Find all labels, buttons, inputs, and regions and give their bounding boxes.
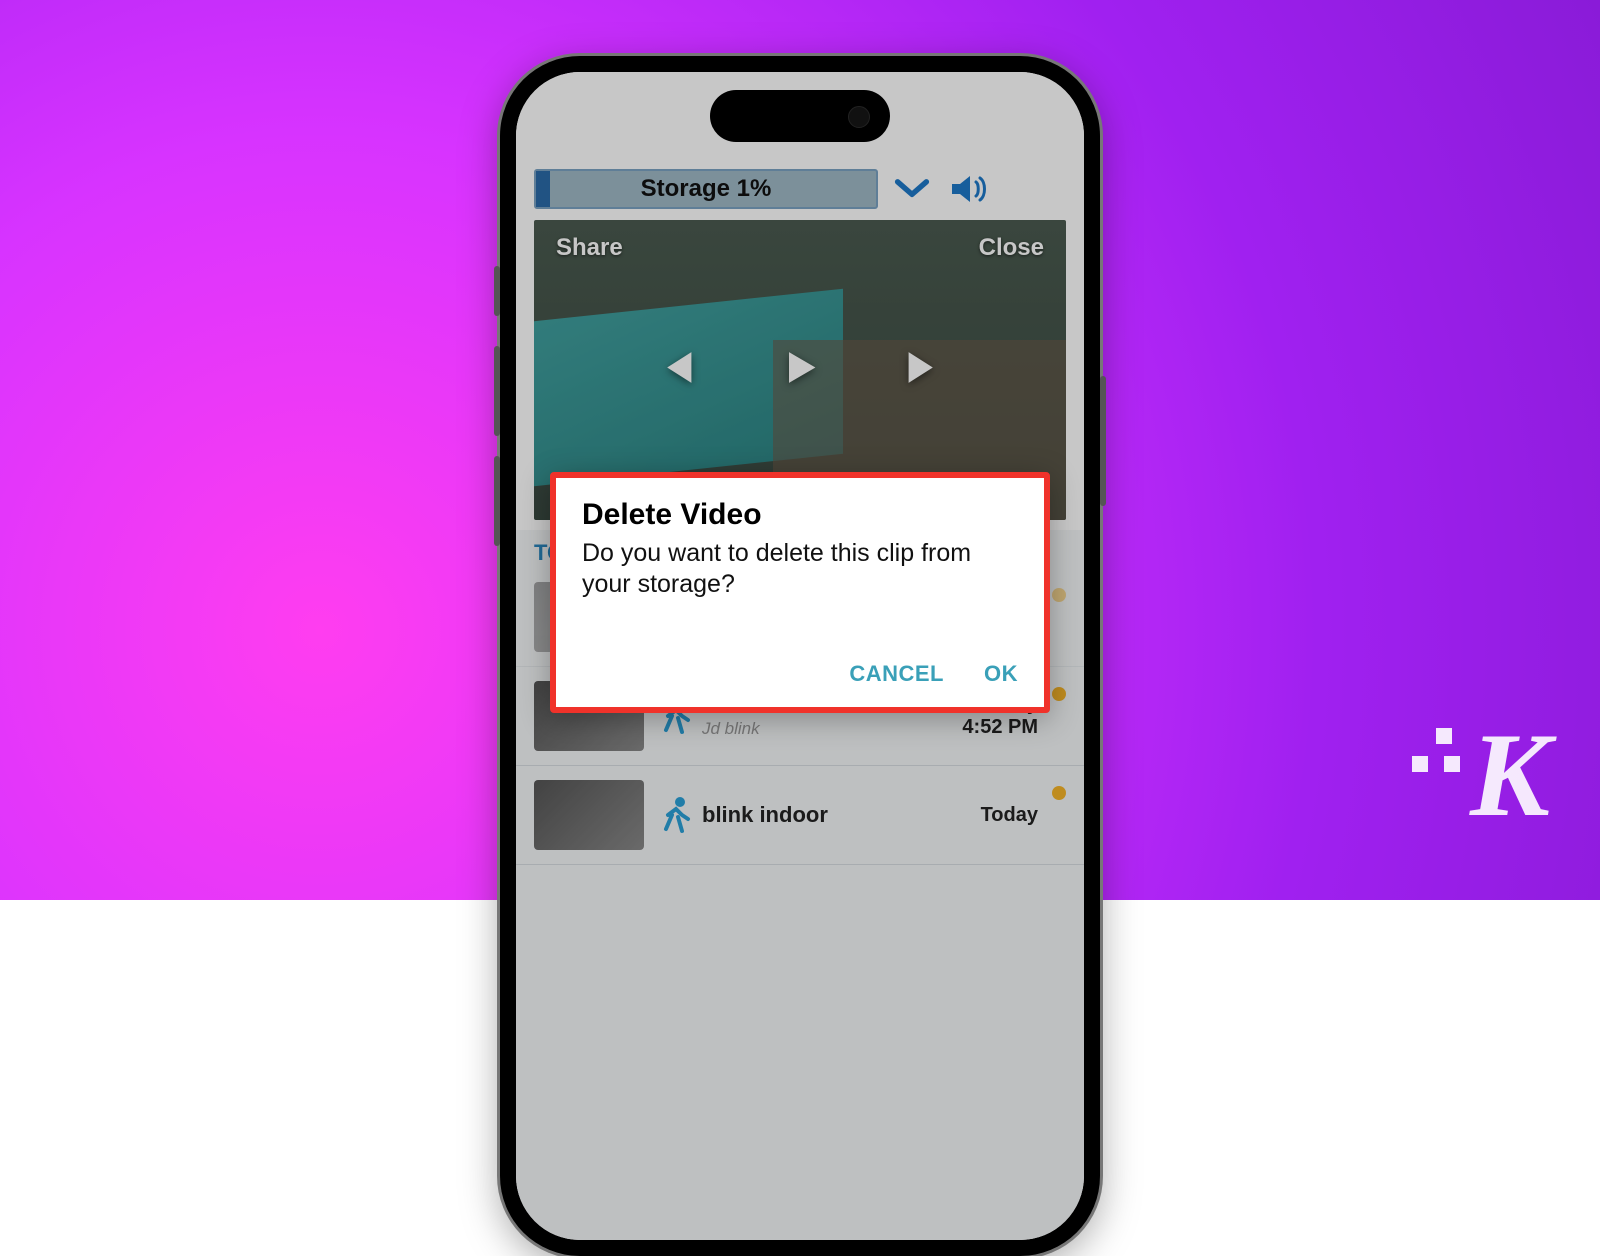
- storage-indicator[interactable]: Storage 1%: [534, 169, 878, 209]
- watermark-logo: K: [1406, 706, 1550, 844]
- phone-side-button: [494, 266, 500, 316]
- dynamic-island: [710, 90, 890, 142]
- status-dot: [1052, 786, 1066, 800]
- share-button[interactable]: Share: [556, 234, 623, 262]
- clip-hour: 4:52 PM: [962, 716, 1038, 739]
- watermark-dots-icon: [1406, 720, 1476, 830]
- dialog-actions: CANCEL OK: [582, 661, 1018, 687]
- phone-frame: Storage 1% Share Close: [500, 56, 1100, 1256]
- clip-title: blink indoor: [702, 802, 981, 828]
- phone-screen: Storage 1% Share Close: [516, 72, 1084, 1240]
- list-item[interactable]: blink indoor Today: [516, 766, 1084, 865]
- dialog-body: Do you want to delete this clip from you…: [582, 538, 1018, 601]
- phone-side-button: [494, 346, 500, 436]
- clip-day: Today: [981, 804, 1038, 827]
- chevron-down-icon[interactable]: [892, 169, 932, 209]
- clip-thumbnail: [534, 780, 644, 850]
- top-bar: Storage 1%: [516, 164, 1084, 214]
- status-dot: [1052, 588, 1066, 602]
- clip-info: blink indoor: [702, 802, 981, 828]
- close-button[interactable]: Close: [979, 234, 1044, 262]
- playback-controls: [654, 346, 946, 395]
- motion-icon: [658, 795, 692, 835]
- storage-fill: [536, 171, 550, 207]
- phone-side-button: [494, 456, 500, 546]
- watermark-letter: K: [1470, 706, 1550, 844]
- status-dot: [1052, 687, 1066, 701]
- play-icon[interactable]: [778, 346, 822, 395]
- clip-subtitle: Jd blink: [702, 719, 962, 739]
- clip-time: Today: [981, 804, 1038, 827]
- skip-forward-icon[interactable]: [902, 346, 946, 395]
- delete-video-dialog: Delete Video Do you want to delete this …: [550, 472, 1050, 713]
- volume-icon[interactable]: [946, 169, 994, 209]
- dialog-title: Delete Video: [582, 498, 1018, 532]
- skip-back-icon[interactable]: [654, 346, 698, 395]
- storage-label: Storage 1%: [641, 175, 772, 203]
- cancel-button[interactable]: CANCEL: [849, 661, 944, 687]
- ok-button[interactable]: OK: [984, 661, 1018, 687]
- phone-side-button: [1100, 376, 1106, 506]
